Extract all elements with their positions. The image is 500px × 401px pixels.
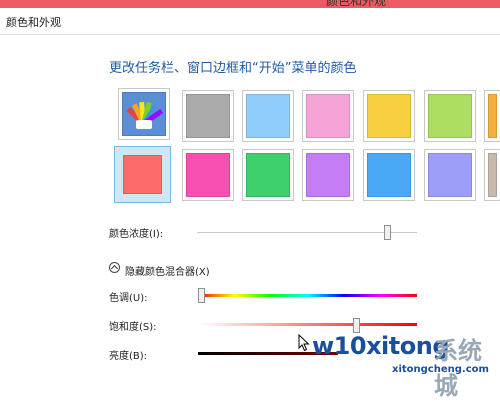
color-fill [367, 153, 411, 197]
color-fill [367, 94, 411, 138]
mixer-toggle[interactable]: 隐藏颜色混合器(X) [125, 263, 210, 278]
hue-slider[interactable] [198, 294, 417, 297]
color-swatch[interactable] [302, 90, 354, 142]
window-title: 颜色和外观 [326, 0, 387, 8]
color-fill [123, 155, 162, 194]
watermark-brand: w10xitong [312, 332, 450, 360]
hue-thumb[interactable] [198, 288, 205, 303]
color-swatch[interactable] [484, 90, 500, 142]
color-swatch[interactable] [363, 90, 415, 142]
color-swatch[interactable] [484, 149, 500, 201]
color-fill [428, 94, 472, 138]
color-swatch-auto[interactable] [118, 88, 170, 140]
watermark-logo: w10xitong 系统城 xitongcheng.com [306, 330, 500, 400]
color-fill [428, 153, 472, 197]
color-swatch[interactable] [182, 90, 234, 142]
title-bar: 颜色和外观 [0, 0, 500, 8]
color-swatch[interactable] [302, 149, 354, 201]
color-swatch-selected[interactable] [114, 146, 171, 203]
collapse-icon[interactable] [109, 262, 120, 273]
color-fill [306, 153, 350, 197]
color-fill [186, 153, 230, 197]
brightness-label: 亮度(B): [109, 351, 148, 362]
color-swatch[interactable] [424, 90, 476, 142]
color-intensity-label: 颜色浓度(I): [109, 229, 164, 240]
saturation-slider[interactable] [198, 323, 417, 326]
saturation-label: 饱和度(S): [109, 322, 157, 333]
color-swatch[interactable] [182, 149, 234, 201]
color-fill [246, 153, 290, 197]
color-fill [488, 94, 497, 138]
color-swatch[interactable] [424, 149, 476, 201]
color-swatch[interactable] [242, 149, 294, 201]
color-fill [186, 94, 230, 138]
color-swatch[interactable] [363, 149, 415, 201]
color-fill [246, 94, 290, 138]
color-fill [488, 153, 497, 197]
color-intensity-thumb[interactable] [384, 225, 391, 240]
hue-label: 色调(U): [109, 293, 148, 304]
breadcrumb-bar: 颜色和外观 [0, 8, 500, 35]
page-title: 更改任务栏、窗口边框和“开始”菜单的颜色 [109, 61, 357, 76]
color-palette-icon [122, 92, 166, 136]
breadcrumb: 颜色和外观 [6, 16, 61, 29]
watermark-url: xitongcheng.com [392, 364, 489, 375]
color-fill [306, 94, 350, 138]
color-swatch[interactable] [242, 90, 294, 142]
